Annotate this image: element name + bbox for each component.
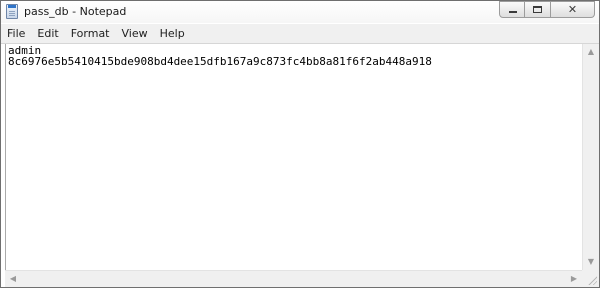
title-bar[interactable]: pass_db - Notepad ✕ xyxy=(1,1,599,23)
window-title: pass_db - Notepad xyxy=(24,5,127,18)
caption-buttons: ✕ xyxy=(499,1,595,19)
scroll-right-icon[interactable]: ▶ xyxy=(566,271,582,287)
scroll-down-icon[interactable]: ▼ xyxy=(583,254,599,270)
horizontal-scrollbar[interactable]: ◀ ▶ xyxy=(5,270,582,287)
minimize-icon xyxy=(509,11,517,13)
maximize-icon xyxy=(533,6,542,13)
menu-help[interactable]: Help xyxy=(154,24,191,43)
editor-line-hash: 8c6976e5b5410415bde908bd4dee15dfb167a9c8… xyxy=(8,55,432,68)
minimize-button[interactable] xyxy=(499,1,525,18)
menu-edit[interactable]: Edit xyxy=(31,24,64,43)
text-editor-area[interactable]: admin 8c6976e5b5410415bde908bd4dee15dfb1… xyxy=(5,44,583,270)
notepad-icon[interactable] xyxy=(6,4,18,19)
menu-format[interactable]: Format xyxy=(65,24,116,43)
close-icon: ✕ xyxy=(567,3,578,16)
menu-view[interactable]: View xyxy=(116,24,154,43)
scroll-left-icon[interactable]: ◀ xyxy=(5,271,21,287)
menu-bar: File Edit Format View Help xyxy=(1,24,599,44)
scroll-up-icon[interactable]: ▲ xyxy=(583,44,599,60)
menu-file[interactable]: File xyxy=(1,24,31,43)
size-grip-icon[interactable] xyxy=(582,270,599,287)
maximize-button[interactable] xyxy=(525,1,551,18)
notepad-window: pass_db - Notepad ✕ File Edit Format Vie… xyxy=(0,0,600,288)
vertical-scrollbar[interactable]: ▲ ▼ xyxy=(582,44,599,270)
close-button[interactable]: ✕ xyxy=(551,1,595,18)
